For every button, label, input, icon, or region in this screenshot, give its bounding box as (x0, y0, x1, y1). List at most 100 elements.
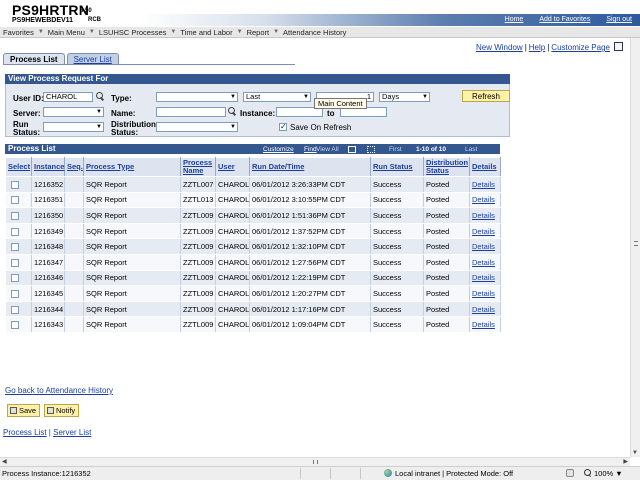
home-link[interactable]: Home (505, 16, 524, 23)
col-distribution-status[interactable]: Distribution Status (423, 157, 470, 177)
cell-run-date-time: 06/01/2012 3:26:33PM CDT (249, 176, 371, 193)
save-button[interactable]: Save (7, 404, 41, 417)
details-link[interactable]: Details (469, 270, 501, 287)
customize-grid-link[interactable]: Customize (263, 146, 294, 153)
col-details[interactable]: Details (469, 157, 501, 177)
scrollbar-grip[interactable] (634, 241, 638, 246)
col-process-name[interactable]: Process Name (180, 157, 216, 177)
run-status-select[interactable] (43, 122, 104, 132)
details-link[interactable]: Details (469, 176, 501, 193)
cell-process-type: SQR Report (83, 176, 181, 193)
cell-process-type: SQR Report (83, 254, 181, 271)
breadcrumb-lsuhsc-processes[interactable]: LSUHSC Processes (99, 28, 167, 37)
sign-out-link[interactable]: Sign out (606, 16, 632, 23)
page-options-icon[interactable] (614, 42, 623, 51)
server-select[interactable] (43, 107, 104, 117)
row-select-checkbox[interactable] (10, 227, 19, 236)
row-select-checkbox[interactable] (10, 196, 19, 205)
process-list-grid: Select Instance Seq. Process Type Proces… (5, 157, 501, 333)
breadcrumb-time-and-labor[interactable]: Time and Labor (180, 28, 232, 37)
cell-run-date-time: 06/01/2012 1:27:56PM CDT (249, 254, 371, 271)
table-row: 1216348 SQR Report ZZTL009 CHAROL 06/01/2012… (5, 238, 501, 255)
row-select-checkbox[interactable] (10, 258, 19, 267)
cell-distribution-status: Posted (423, 316, 470, 333)
details-link[interactable]: Details (469, 238, 501, 255)
find-link[interactable]: Find (304, 146, 317, 153)
scroll-right-arrow-icon[interactable]: ▶ (623, 458, 628, 465)
first-page-link[interactable]: First (389, 146, 402, 153)
scroll-down-arrow-icon[interactable]: ▼ (632, 450, 638, 456)
row-select-checkbox[interactable] (10, 321, 19, 330)
save-on-refresh-checkbox[interactable] (279, 122, 287, 131)
breadcrumb-attendance-history[interactable]: Attendance History (283, 28, 346, 37)
type-label: Type: (111, 94, 132, 103)
cell-user: CHAROL (215, 207, 250, 224)
view-all-link[interactable]: View All (316, 146, 339, 153)
last-select[interactable]: Last (243, 92, 311, 102)
details-link[interactable]: Details (469, 285, 501, 302)
row-select-checkbox[interactable] (10, 289, 19, 298)
days-select[interactable]: Days (379, 92, 430, 102)
breadcrumb-main-menu[interactable]: Main Menu (48, 28, 85, 37)
table-row: 1216352 SQR Report ZZTL007 CHAROL 06/01/2012… (5, 176, 501, 193)
details-link[interactable]: Details (469, 223, 501, 240)
download-grid-icon[interactable] (367, 146, 375, 153)
customize-page-link[interactable]: Customize Page (551, 43, 610, 52)
zoom-level[interactable]: 100% ▼ (594, 469, 623, 478)
name-label: Name: (111, 109, 136, 118)
cell-run-status: Success (370, 301, 424, 318)
row-select-checkbox[interactable] (10, 211, 19, 220)
type-select[interactable] (156, 92, 238, 102)
user-id-lookup-icon[interactable] (96, 92, 104, 100)
breadcrumb-favorites[interactable]: Favorites (3, 28, 34, 37)
process-name-input[interactable] (156, 107, 226, 117)
cell-run-status: Success (370, 192, 424, 209)
bottom-process-list-link[interactable]: Process List (3, 428, 47, 437)
last-page-link[interactable]: Last (465, 146, 477, 153)
bottom-server-list-link[interactable]: Server List (53, 428, 91, 437)
cell-instance: 1216350 (31, 207, 65, 224)
cell-instance: 1216345 (31, 285, 65, 302)
cell-run-date-time: 06/01/2012 1:22:19PM CDT (249, 270, 371, 287)
user-id-input[interactable]: CHAROL (43, 92, 93, 102)
col-user[interactable]: User (215, 157, 250, 177)
row-select-checkbox[interactable] (10, 243, 19, 252)
cell-seq (64, 254, 84, 271)
breadcrumb-report[interactable]: Report (247, 28, 270, 37)
help-link[interactable]: Help (529, 43, 545, 52)
scrollbar-grip[interactable] (313, 460, 318, 464)
col-run-status[interactable]: Run Status (370, 157, 424, 177)
zoom-icon[interactable] (584, 469, 592, 477)
horizontal-scrollbar[interactable]: ◀ ▶ (0, 457, 630, 466)
cell-user: CHAROL (215, 192, 250, 209)
status-divider (300, 468, 301, 479)
scroll-left-arrow-icon[interactable]: ◀ (2, 458, 7, 465)
vertical-scrollbar[interactable]: ▼ (630, 38, 640, 457)
notify-button[interactable]: Notify (44, 404, 80, 417)
zoom-grid-icon[interactable] (348, 146, 356, 153)
refresh-button[interactable]: Refresh (462, 90, 510, 102)
distribution-status-select[interactable] (156, 122, 238, 132)
col-instance[interactable]: Instance (31, 157, 65, 177)
row-select-checkbox[interactable] (10, 305, 19, 314)
col-seq[interactable]: Seq. (64, 157, 84, 177)
table-row: 1216351 SQR Report ZZTL013 CHAROL 06/01/2012… (5, 192, 501, 209)
add-to-favorites-link[interactable]: Add to Favorites (539, 16, 590, 23)
details-link[interactable]: Details (469, 207, 501, 224)
cell-process-name: ZZTL009 (180, 223, 216, 240)
new-window-link[interactable]: New Window (476, 43, 523, 52)
col-select[interactable]: Select (5, 157, 32, 177)
details-link[interactable]: Details (469, 254, 501, 271)
cell-run-status: Success (370, 316, 424, 333)
name-lookup-icon[interactable] (228, 107, 236, 115)
cell-seq (64, 285, 84, 302)
back-to-attendance-history-link[interactable]: Go back to Attendance History (5, 386, 113, 395)
row-select-checkbox[interactable] (10, 274, 19, 283)
details-link[interactable]: Details (469, 301, 501, 318)
cell-distribution-status: Posted (423, 176, 470, 193)
col-process-type[interactable]: Process Type (83, 157, 181, 177)
col-run-date-time[interactable]: Run Date/Time (249, 157, 371, 177)
details-link[interactable]: Details (469, 192, 501, 209)
details-link[interactable]: Details (469, 316, 501, 333)
row-select-checkbox[interactable] (10, 180, 19, 189)
